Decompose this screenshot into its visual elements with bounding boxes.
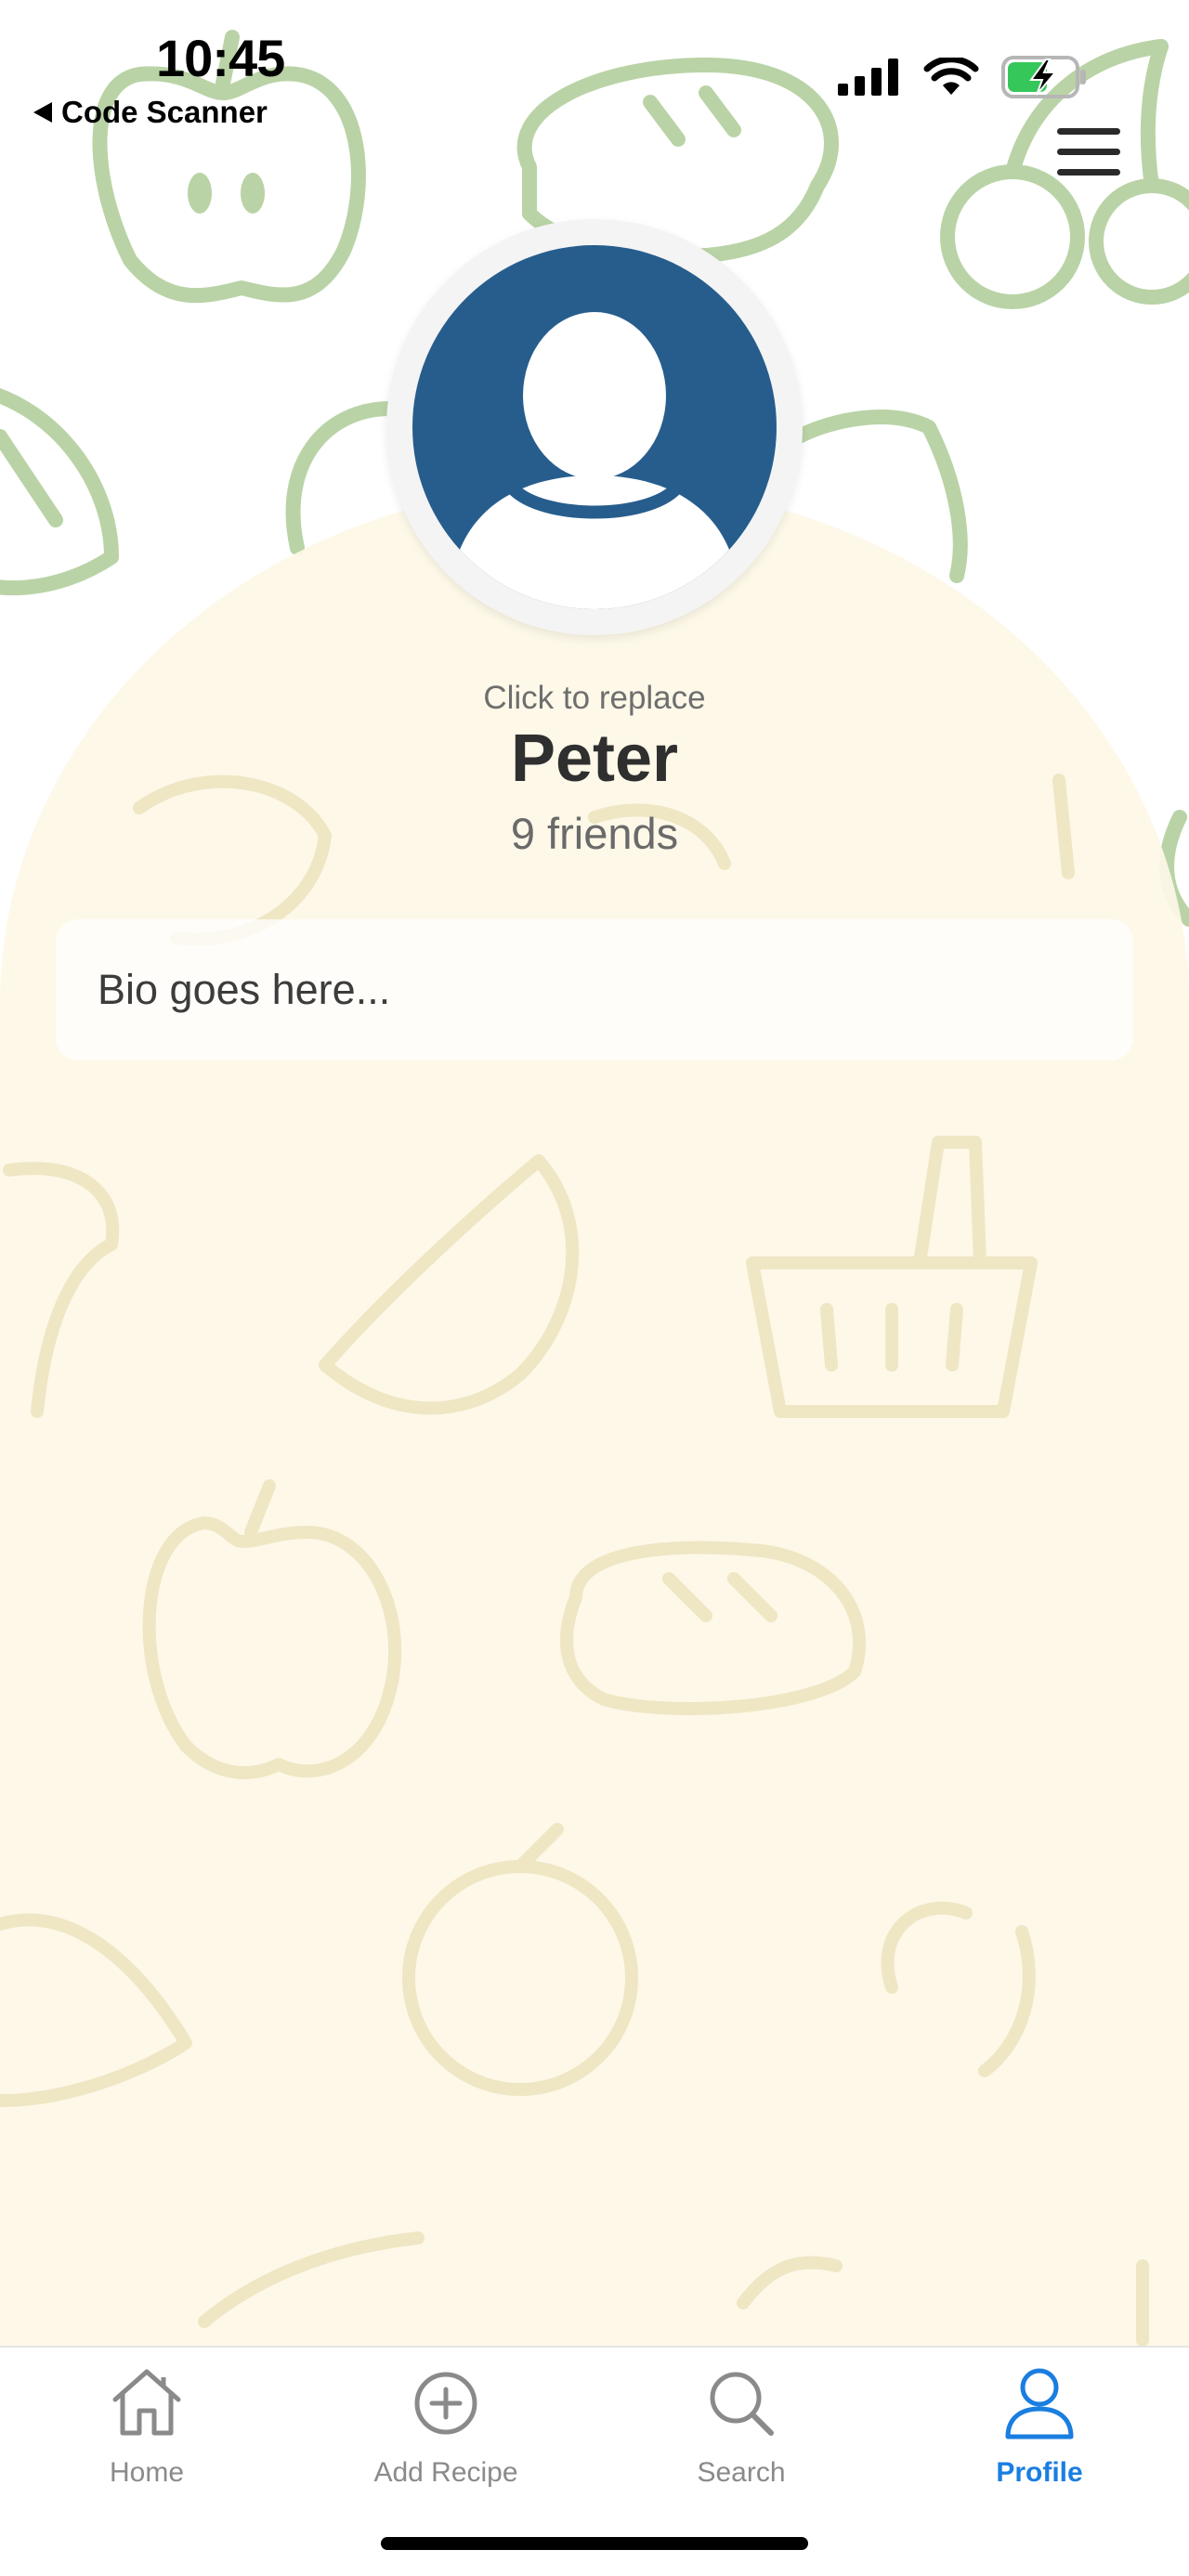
tab-profile-label: Profile (996, 2457, 1083, 2488)
profile-name: Peter (510, 722, 679, 796)
tab-add-recipe[interactable]: Add Recipe (334, 2364, 557, 2504)
friends-count-link[interactable]: 9 friends (0, 808, 1189, 859)
tab-profile[interactable]: Profile (928, 2364, 1151, 2504)
bio-field[interactable]: Bio goes here... (56, 919, 1133, 1060)
back-to-app-link[interactable]: Code Scanner (33, 95, 268, 130)
profile-screen: 10:45 Code Scanner Click to replace Pete… (0, 0, 1189, 2576)
status-time: 10:45 (156, 29, 285, 87)
back-app-label: Code Scanner (61, 95, 268, 129)
default-user-avatar-icon (412, 245, 777, 609)
tab-search[interactable]: Search (630, 2364, 853, 2504)
person-icon (1005, 2368, 1074, 2439)
status-icons (838, 56, 1087, 98)
tab-home[interactable]: Home (35, 2364, 258, 2504)
bio-placeholder: Bio goes here... (98, 966, 391, 1013)
plus-circle-icon (414, 2372, 477, 2435)
wifi-icon (923, 58, 979, 95)
magnifier-icon (710, 2372, 774, 2436)
back-triangle-icon (33, 102, 52, 123)
replace-photo-hint: Click to replace (483, 680, 706, 716)
hamburger-menu-icon[interactable] (1057, 128, 1124, 176)
battery-charging-icon (1001, 56, 1086, 98)
home-indicator[interactable] (381, 2537, 808, 2550)
tab-home-label: Home (109, 2457, 185, 2488)
cellular-signal-icon (838, 59, 898, 96)
tab-add-recipe-label: Add Recipe (373, 2457, 518, 2488)
avatar-button[interactable] (386, 219, 803, 635)
house-icon (112, 2369, 181, 2436)
tab-search-label: Search (697, 2457, 786, 2488)
